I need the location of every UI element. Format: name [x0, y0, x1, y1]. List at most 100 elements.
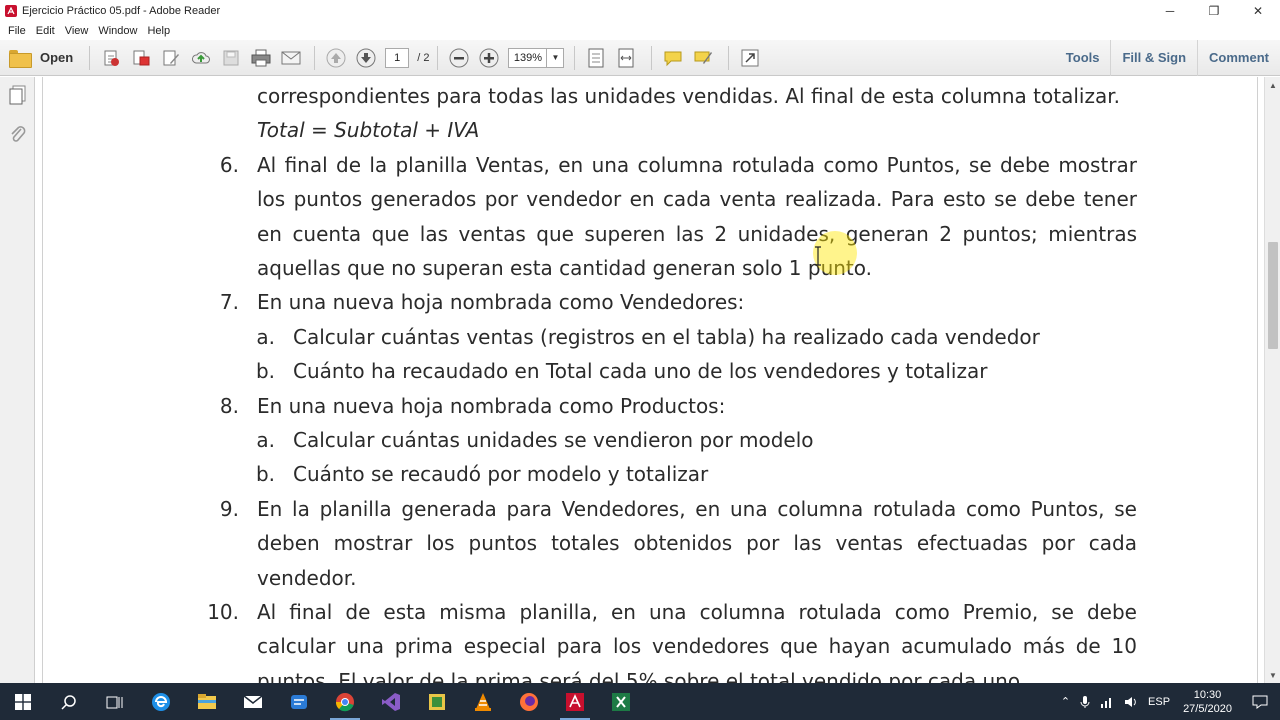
create-pdf-icon[interactable]: [100, 47, 122, 69]
export-pdf-icon[interactable]: [130, 47, 152, 69]
zoom-select[interactable]: 139% ▼: [508, 47, 565, 68]
list-number: b.: [255, 359, 275, 384]
scroll-down-icon[interactable]: ▼: [1265, 667, 1280, 683]
list-number: 10.: [207, 600, 239, 624]
tools-pane-button[interactable]: Tools: [1055, 40, 1111, 76]
pdf-page: correspondientes para todas las unidades…: [42, 77, 1258, 683]
notes-app-icon[interactable]: [414, 683, 460, 720]
document-line: puntos. El valor de la prima será del 5%…: [257, 668, 1027, 683]
edit-pdf-icon[interactable]: [160, 47, 182, 69]
page-number-input[interactable]: 1: [385, 47, 410, 68]
skype-icon[interactable]: [276, 683, 322, 720]
document-line: en cuenta que las ventas que superen las…: [257, 221, 1137, 246]
document-line: calcular una prima especial para los ven…: [257, 634, 1137, 659]
document-line: deben mostrar los puntos totales obtenid…: [257, 531, 1137, 556]
upload-cloud-icon[interactable]: [190, 47, 212, 69]
document-view[interactable]: correspondientes para todas las unidades…: [36, 77, 1264, 683]
chevron-up-icon[interactable]: ⌃: [1056, 683, 1075, 720]
document-line: En una nueva hoja nombrada como Producto…: [257, 393, 726, 418]
page-total: / 2: [417, 51, 430, 64]
toolbar-divider: [651, 45, 653, 70]
visual-studio-icon[interactable]: [368, 683, 414, 720]
print-icon[interactable]: [250, 47, 272, 69]
firefox-icon[interactable]: [506, 683, 552, 720]
document-line: Al final de la planilla Ventas, en una c…: [257, 152, 1137, 177]
chevron-down-icon[interactable]: ▼: [547, 49, 563, 67]
toolbar-divider: [314, 45, 316, 70]
microphone-icon[interactable]: [1075, 683, 1095, 720]
file-explorer-icon[interactable]: [184, 683, 230, 720]
clock[interactable]: 10:30 27/5/2020: [1175, 688, 1240, 716]
attachments-icon[interactable]: [9, 125, 27, 145]
page-thumbnails-icon[interactable]: [9, 85, 27, 105]
zoom-value: 139%: [509, 48, 548, 67]
zoom-out-icon[interactable]: [448, 47, 470, 69]
mail-icon[interactable]: [230, 683, 276, 720]
task-view-icon[interactable]: [92, 683, 138, 720]
list-number: 9.: [219, 496, 239, 521]
input-language[interactable]: ESP: [1143, 683, 1175, 720]
list-number: a.: [256, 324, 275, 349]
save-icon[interactable]: [220, 47, 242, 69]
document-line: Al final de esta misma planilla, en una …: [257, 600, 1137, 624]
document-line: Calcular cuántas unidades se vendieron p…: [293, 428, 814, 452]
comment-bubble-icon[interactable]: [662, 47, 684, 69]
taskbar: ⌃ ESP 10:30 27/5/2020: [0, 683, 1280, 720]
network-icon[interactable]: [1095, 683, 1119, 720]
volume-icon[interactable]: [1119, 683, 1143, 720]
menu-bar: File Edit View Window Help: [0, 21, 1280, 40]
menu-file[interactable]: File: [3, 25, 31, 37]
list-number: 8.: [219, 393, 239, 418]
search-icon[interactable]: [46, 683, 92, 720]
scrollbar-thumb[interactable]: [1268, 242, 1278, 349]
document-line: vendedor.: [257, 565, 357, 590]
email-icon[interactable]: [280, 47, 302, 69]
notifications-icon[interactable]: [1240, 683, 1280, 720]
document-line: Cuánto se recaudó por modelo y totalizar: [293, 462, 709, 487]
document-line: los puntos generados por vendedor en cad…: [257, 187, 1137, 212]
excel-icon[interactable]: [598, 683, 644, 720]
clock-time: 10:30: [1193, 688, 1222, 701]
toolbar-divider: [728, 45, 730, 70]
folder-icon: [9, 49, 32, 68]
minimize-button[interactable]: ─: [1148, 0, 1192, 21]
vertical-scrollbar[interactable]: ▲ ▼: [1264, 77, 1280, 683]
highlight-icon[interactable]: [692, 47, 714, 69]
list-number: a.: [256, 428, 275, 452]
windows-start-icon[interactable]: [0, 683, 46, 720]
toolbar: Open 1 / 2 139% ▼ Tools Fill & Sign Comm…: [0, 40, 1280, 76]
previous-page-icon[interactable]: [325, 47, 347, 69]
chrome-icon[interactable]: [322, 683, 368, 720]
vlc-icon[interactable]: [460, 683, 506, 720]
document-line: En la planilla generada para Vendedores,…: [257, 496, 1137, 521]
document-line: En una nueva hoja nombrada como Vendedor…: [257, 290, 745, 315]
list-number: 7.: [219, 290, 239, 315]
scroll-up-icon[interactable]: ▲: [1265, 77, 1280, 93]
adobe-reader-task-icon[interactable]: [552, 683, 598, 720]
list-number: 6.: [219, 152, 239, 177]
edge-browser-icon[interactable]: [138, 683, 184, 720]
toolbar-divider: [89, 45, 91, 70]
toolbar-divider: [574, 45, 576, 70]
document-line: aquellas que no superan esta cantidad ge…: [257, 256, 873, 280]
document-line: correspondientes para todas las unidades…: [257, 84, 1120, 108]
menu-help[interactable]: Help: [142, 25, 175, 37]
menu-window[interactable]: Window: [93, 25, 142, 37]
fit-width-icon[interactable]: [615, 47, 637, 69]
open-button[interactable]: Open: [9, 45, 73, 71]
list-number: b.: [255, 462, 275, 487]
next-page-icon[interactable]: [355, 47, 377, 69]
comment-pane-button[interactable]: Comment: [1197, 40, 1280, 76]
document-line: Cuánto ha recaudado en Total cada uno de…: [293, 359, 988, 384]
document-line: Calcular cuántas ventas (registros en el…: [293, 324, 1040, 349]
menu-edit[interactable]: Edit: [31, 25, 60, 37]
navigation-pane: [0, 77, 35, 683]
fit-page-icon[interactable]: [585, 47, 607, 69]
expand-icon[interactable]: [739, 47, 761, 69]
fill-sign-pane-button[interactable]: Fill & Sign: [1110, 40, 1197, 76]
maximize-button[interactable]: ❐: [1192, 0, 1236, 21]
window-title: Ejercicio Práctico 05.pdf - Adobe Reader: [22, 4, 221, 17]
zoom-in-icon[interactable]: [478, 47, 500, 69]
menu-view[interactable]: View: [60, 25, 94, 37]
close-button[interactable]: ✕: [1236, 0, 1280, 21]
